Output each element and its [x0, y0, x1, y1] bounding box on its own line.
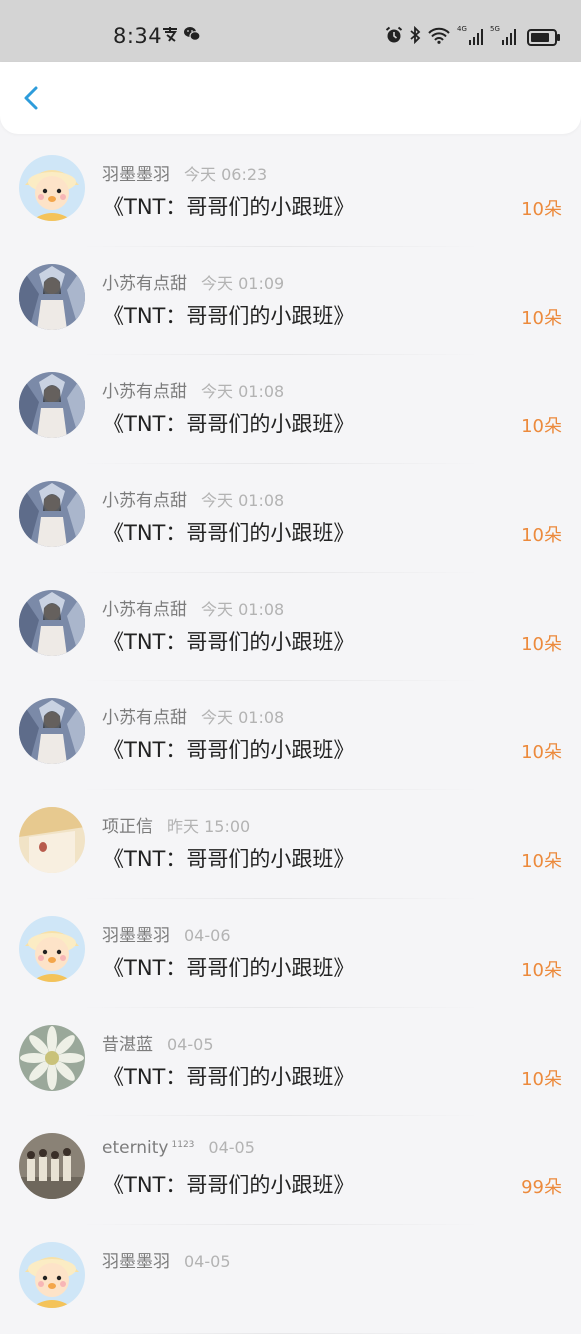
- sender-name-line: 小苏有点甜 今天 01:08: [102, 595, 284, 620]
- gift-record-list: 羽墨墨羽 今天 06:23 《TNT：哥哥们的小跟班》 10朵 小苏有点甜 今天 0…: [0, 138, 581, 1334]
- sender-name-line: 小苏有点甜 今天 01:08: [102, 486, 284, 511]
- chevron-left-icon: [24, 86, 38, 110]
- gift-record-row[interactable]: 小苏有点甜 今天 01:09 《TNT：哥哥们的小跟班》 10朵: [0, 247, 581, 356]
- gift-amount: 10朵: [521, 307, 562, 329]
- avatar[interactable]: [19, 589, 85, 656]
- gift-amount: 10朵: [521, 633, 562, 655]
- gift-record-row[interactable]: 小苏有点甜 今天 01:08 《TNT：哥哥们的小跟班》 10朵: [0, 355, 581, 465]
- gift-amount: 10朵: [521, 1068, 562, 1090]
- gift-record-row[interactable]: 小苏有点甜 今天 01:08 《TNT：哥哥们的小跟班》 10朵: [0, 573, 581, 682]
- sender-name: 小苏有点甜: [102, 599, 187, 620]
- signal-5g-icon: 5G: [490, 25, 516, 45]
- book-title: 《TNT：哥哥们的小跟班》: [103, 303, 355, 328]
- status-bar: 8:34 4G 5G: [0, 0, 581, 62]
- avatar[interactable]: [19, 263, 85, 330]
- sender-name-line: 小苏有点甜 今天 01:08: [102, 703, 284, 728]
- gift-amount: 10朵: [521, 416, 562, 438]
- sender-name: eternity: [102, 1138, 169, 1159]
- book-title: 《TNT：哥哥们的小跟班》: [103, 195, 355, 219]
- gift-record-row[interactable]: 昔湛蓝 04-05 《TNT：哥哥们的小跟班》 10朵: [0, 1008, 581, 1117]
- alarm-icon: [385, 26, 403, 48]
- gift-amount: 10朵: [521, 742, 562, 764]
- bluetooth-icon: [410, 25, 421, 48]
- status-time: 8:34: [113, 24, 163, 48]
- gift-record-row[interactable]: 小苏有点甜 今天 01:08 《TNT：哥哥们的小跟班》 10朵: [0, 681, 581, 791]
- gift-amount: 99朵: [521, 1177, 562, 1199]
- gift-time: 今天 01:08: [201, 708, 285, 728]
- gift-amount: 10朵: [521, 525, 562, 547]
- sender-name-line: 项正信 昨天 15:00: [102, 812, 250, 837]
- book-title: 《TNT：哥哥们的小跟班》: [103, 955, 355, 980]
- sender-name-line: 羽墨墨羽 04-05: [102, 1247, 231, 1272]
- avatar[interactable]: [19, 481, 85, 548]
- gift-time: 今天 01:08: [201, 491, 285, 511]
- book-title: 《TNT：哥哥们的小跟班》: [103, 521, 355, 546]
- gift-amount: 10朵: [521, 959, 562, 981]
- payment-app-icon: [161, 26, 179, 46]
- book-title: 《TNT：哥哥们的小跟班》: [103, 412, 355, 437]
- wechat-icon: [183, 26, 201, 46]
- sender-name-line: 小苏有点甜 今天 01:08: [102, 377, 284, 402]
- row-divider: [80, 1332, 481, 1334]
- book-title: 《TNT：哥哥们的小跟班》: [103, 629, 355, 654]
- sender-name-line: 羽墨墨羽 今天 06:23: [102, 160, 267, 185]
- sender-name: 小苏有点甜: [102, 382, 187, 403]
- gift-record-row[interactable]: 羽墨墨羽 04-06 《TNT：哥哥们的小跟班》 10朵: [0, 899, 581, 1008]
- sender-name: 小苏有点甜: [102, 491, 187, 512]
- avatar[interactable]: [19, 698, 85, 765]
- back-button[interactable]: [14, 80, 50, 116]
- avatar[interactable]: [19, 155, 85, 221]
- gift-time: 今天 01:08: [201, 382, 285, 402]
- gift-time: 04-05: [184, 1251, 231, 1271]
- sender-name: 昔湛蓝: [102, 1034, 153, 1055]
- avatar[interactable]: [19, 372, 85, 439]
- book-title: 《TNT：哥哥们的小跟班》: [103, 738, 355, 763]
- gift-time: 04-05: [208, 1138, 255, 1158]
- gift-time: 今天 01:08: [201, 599, 285, 619]
- signal-4g-icon: 4G: [457, 25, 483, 45]
- avatar[interactable]: [19, 807, 85, 874]
- gift-time: 04-05: [167, 1034, 214, 1054]
- sender-name: 项正信: [102, 817, 153, 838]
- avatar[interactable]: [19, 915, 85, 982]
- sender-name: 羽墨墨羽: [102, 925, 170, 946]
- gift-time: 今天 01:09: [201, 273, 285, 293]
- avatar[interactable]: [19, 1024, 85, 1091]
- gift-record-row[interactable]: 项正信 昨天 15:00 《TNT：哥哥们的小跟班》 10朵: [0, 790, 581, 899]
- sender-name-line: 羽墨墨羽 04-06: [102, 921, 231, 946]
- book-title: 《TNT：哥哥们的小跟班》: [103, 1064, 355, 1089]
- sender-name: 小苏有点甜: [102, 273, 187, 294]
- avatar[interactable]: [19, 1241, 85, 1308]
- sender-name: 羽墨墨羽: [102, 1251, 170, 1272]
- gift-record-row[interactable]: eternity 1123 04-05 《TNT：哥哥们的小跟班》 99朵: [0, 1116, 581, 1225]
- wifi-icon: [428, 27, 450, 48]
- book-title: 《TNT：哥哥们的小跟班》: [103, 847, 355, 872]
- sender-name: 羽墨墨羽: [102, 165, 170, 185]
- gift-record-row[interactable]: 羽墨墨羽 04-05: [0, 1225, 581, 1334]
- gift-record-row[interactable]: 小苏有点甜 今天 01:08 《TNT：哥哥们的小跟班》 10朵: [0, 464, 581, 573]
- battery-icon: [527, 28, 560, 46]
- app-header: [0, 62, 581, 134]
- user-badge: 1123: [171, 1139, 195, 1150]
- sender-name-line: 小苏有点甜 今天 01:09: [102, 269, 284, 294]
- book-title: 《TNT：哥哥们的小跟班》: [103, 1173, 355, 1198]
- avatar[interactable]: [19, 1133, 85, 1200]
- gift-time: 04-06: [184, 925, 231, 945]
- gift-amount: 10朵: [521, 199, 562, 220]
- gift-time: 昨天 15:00: [167, 817, 251, 837]
- gift-time: 今天 06:23: [184, 165, 268, 184]
- gift-record-row[interactable]: 羽墨墨羽 今天 06:23 《TNT：哥哥们的小跟班》 10朵: [0, 138, 581, 247]
- gift-amount: 10朵: [521, 851, 562, 873]
- sender-name-line: 昔湛蓝 04-05: [102, 1030, 214, 1055]
- sender-name: 小苏有点甜: [102, 708, 187, 729]
- sender-name-line: eternity 1123 04-05: [102, 1138, 255, 1158]
